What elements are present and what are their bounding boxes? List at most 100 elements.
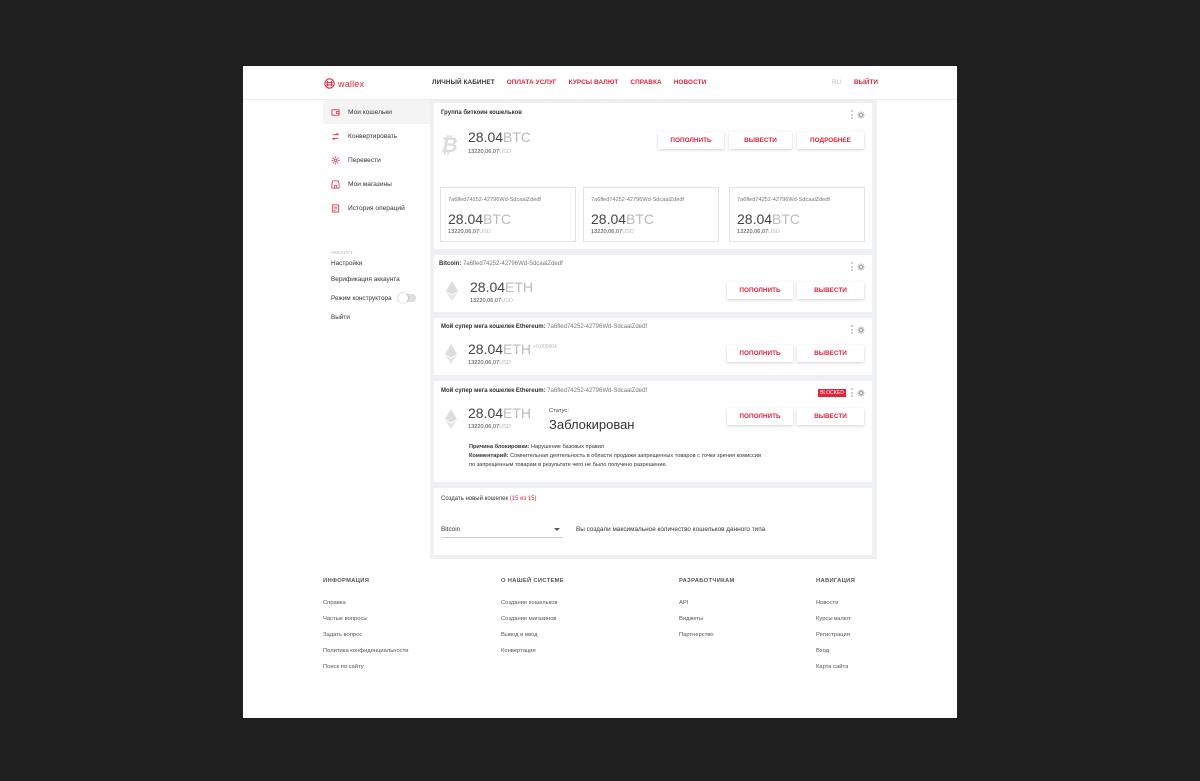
withdraw-button[interactable]: ВЫВЕСТИ [797,345,864,362]
card-title: Мой супер мега кошелек Ethereum: 7a6fled… [441,324,648,330]
nav-news[interactable]: НОВОСТИ [674,79,707,86]
footer-link[interactable]: Карта сайта [816,664,855,680]
wallet-amount: 28.04ETH [470,279,534,295]
logout-link[interactable]: ВЫЙТИ [854,79,878,86]
footer-link[interactable]: Политика конфиденциальности [323,648,409,664]
deposit-button[interactable]: ПОПОЛНИТЬ [727,345,793,362]
footer-link[interactable]: Вывод и ввод [501,632,564,648]
drag-handle-icon[interactable] [851,325,854,334]
block-comment: Комментарий: Сомнительная деятельность в… [469,453,762,459]
history-icon [331,203,340,213]
blocked-wallet-card: Мой супер мега кошелек Ethereum: 7a6fled… [434,381,872,482]
footer-link[interactable]: Справка [323,600,409,616]
nav-exchange-rates[interactable]: КУРСЫ ВАЛЮТ [569,79,619,86]
bitcoin-icon: ₿ [442,133,460,155]
drag-handle-icon[interactable] [851,110,854,119]
card-title: Мой супер мега кошелек Ethereum: 7a6fled… [441,388,648,394]
footer-column-navigation: НАВИГАЦИЯ Новости Курсы валют Регистраци… [816,578,855,680]
wallet-group-card: Группа биткоин кошельков ₿ 28.04BTC 1322… [434,103,872,249]
transfer-icon [331,155,340,165]
settings-link[interactable]: Настройки [323,255,430,271]
sidebar-item-stores[interactable]: Мои магазины [323,172,430,196]
wallet-icon [331,108,340,116]
group-usd-value: 13220,06,07USD [468,149,511,155]
footer-link[interactable]: Регистрация [816,632,855,648]
svg-text:₿: ₿ [442,133,460,155]
drag-handle-icon[interactable] [851,388,854,397]
footer-link[interactable]: Поиск по сайту [323,664,409,680]
wallet-card: Мой супер мега кошелек Ethereum: 7a6fled… [434,318,872,375]
sub-wallet-usd: 13220,06,07USD [448,229,491,235]
wallet-usd-value: 13220,06,07USD [470,298,513,304]
footer-link[interactable]: Конвертация [501,648,564,664]
footer-heading: НАВИГАЦИЯ [816,578,856,584]
logo-icon [324,78,335,89]
sidebar-logout-link[interactable]: Выйти [323,309,430,325]
card-tools: BLOCKED [818,388,865,397]
footer-link[interactable]: Партнерство [679,632,735,648]
logo[interactable]: wallex [323,77,364,90]
sub-wallet-usd: 13220,06,07USD [737,229,780,235]
wallet-amount: 28.04ETH [468,405,532,421]
nav-personal-account[interactable]: ЛИЧНЫЙ КАБИНЕТ [432,79,495,86]
footer-heading: ИНФОРМАЦИЯ [323,578,370,584]
wallet-address: 7a6fled74252-42796Wd-SdcaalZdedf [463,261,563,267]
card-tools [851,262,865,271]
sidebar-item-convert[interactable]: Конвертировать [323,124,430,148]
sidebar-item-wallets[interactable]: Мои кошельки [323,100,430,124]
sidebar-item-transfer[interactable]: Перевести [323,148,430,172]
card-title: Группа биткоин кошельков [441,110,522,116]
sub-wallet-card[interactable]: 7a6fled74252-42796Wd-SdcaalZdedf 28.04BT… [729,187,865,242]
gear-icon[interactable] [857,262,865,271]
sub-wallet-amount: 28.04BTC [448,211,512,227]
footer-link[interactable]: API [679,600,735,616]
footer-link[interactable]: Вход [816,648,855,664]
store-icon [331,179,340,189]
sub-wallet-card[interactable]: 7a6fled74252-42796Wd-SdcaalZdedf 28.04BT… [583,187,719,242]
wallet-address: 7a6fled74252-42796Wd-SdcaalZdedf [547,388,648,394]
footer-column-developers: РАЗРАБОТЧИКАМ API Виджеты Партнерство [679,578,735,648]
deposit-button[interactable]: ПОПОЛНИТЬ [727,408,793,425]
sidebar-item-label: История операций [348,204,405,212]
create-wallet-card: Создать новый кошелек (15 из 15) Bitcoin… [434,488,872,555]
card-tools [851,110,865,119]
withdraw-button[interactable]: ВЫВЕСТИ [729,132,792,149]
verification-link[interactable]: Верификация аккаунта [323,271,430,287]
sidebar-item-label: Мои кошельки [348,108,392,116]
withdraw-button[interactable]: ВЫВЕСТИ [797,282,864,299]
footer-link[interactable]: Частые вопросы [323,616,409,632]
main-content: Группа биткоин кошельков ₿ 28.04BTC 1322… [430,100,877,559]
footer-link[interactable]: Задать вопрос [323,632,409,648]
footer-heading: О НАШЕЙ СИСТЕМЕ [501,578,564,584]
footer-link[interactable]: Создание кошельков [501,600,564,616]
gear-icon[interactable] [857,388,865,397]
deposit-button[interactable]: ПОПОЛНИТЬ [658,132,724,149]
page: wallex ЛИЧНЫЙ КАБИНЕТ ОПЛАТА УСЛУГ КУРСЫ… [243,66,957,718]
language-switch[interactable]: RU [832,79,841,86]
details-button[interactable]: ПОДРОБНЕЕ [797,132,864,149]
constructor-mode-toggle[interactable] [397,293,416,303]
footer-link[interactable]: Создание магазинов [501,616,564,632]
drag-handle-icon[interactable] [851,262,854,271]
wallet-type-select[interactable]: Bitcoin [441,522,563,538]
sidebar-item-history[interactable]: История операций [323,196,430,220]
nav-help[interactable]: СПРАВКА [630,79,661,86]
sub-wallet-address: 7a6fled74252-42796Wd-SdcaalZdedf [448,197,541,203]
deposit-button[interactable]: ПОПОЛНИТЬ [727,282,793,299]
gear-icon[interactable] [857,325,865,334]
footer-link[interactable]: Новости [816,600,855,616]
convert-icon [331,132,340,140]
footer-link[interactable]: Виджеты [679,616,735,632]
currency-code: BTC [503,129,532,145]
create-wallet-title: Создать новый кошелек (15 из 15) [441,496,537,502]
nav-payments[interactable]: ОПЛАТА УСЛУГ [507,79,557,86]
block-comment-continued: по запрещенным товарам в результате чего… [469,462,668,468]
withdraw-button[interactable]: ВЫВЕСТИ [797,408,864,425]
sub-wallet-address: 7a6fled74252-42796Wd-SdcaalZdedf [737,197,830,203]
gear-icon[interactable] [857,110,865,119]
footer-link[interactable]: Курсы валют [816,616,855,632]
sidebar-item-label: Конвертировать [348,132,398,140]
sub-wallet-card[interactable]: 7a6fled74252-42796Wd-SdcaalZdedf 28.04BT… [440,187,576,242]
ethereum-icon [446,281,458,301]
status-label: Статус: [549,408,569,414]
